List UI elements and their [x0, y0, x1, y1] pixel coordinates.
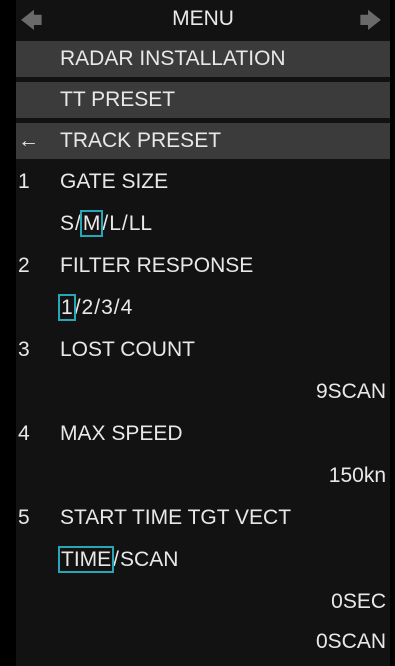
- arrow-right-icon[interactable]: 🡆: [359, 4, 382, 42]
- setting-filter-response[interactable]: 2 FILTER RESPONSE: [16, 248, 390, 286]
- option-4[interactable]: 4: [121, 296, 133, 319]
- option-time-selected[interactable]: TIME: [57, 546, 115, 573]
- filter-response-options: 1/2/3/4: [16, 290, 390, 328]
- setting-max-speed[interactable]: 4 MAX SPEED: [16, 416, 390, 454]
- setting-number: 2: [18, 254, 30, 277]
- menu-panel: 🡄 MENU 🡆 RADAR INSTALLATION TT PRESET ← …: [16, 0, 390, 666]
- option-list: TIME/SCAN: [57, 546, 179, 573]
- lost-count-value[interactable]: 9SCAN: [316, 380, 386, 404]
- option-list: 1/2/3/4: [58, 294, 133, 321]
- setting-number: 3: [18, 338, 30, 361]
- option-2[interactable]: 2: [82, 296, 94, 319]
- menu-title: MENU: [172, 7, 234, 30]
- start-time-sec-row: 0SEC: [16, 584, 390, 622]
- option-l[interactable]: L: [109, 212, 121, 235]
- start-time-scan-value[interactable]: 0SCAN: [316, 630, 386, 654]
- setting-lost-count[interactable]: 3 LOST COUNT: [16, 332, 390, 370]
- start-time-options: TIME/SCAN: [16, 542, 390, 580]
- menu-header: 🡄 MENU 🡆: [16, 2, 390, 40]
- option-scan[interactable]: SCAN: [120, 548, 178, 571]
- menu-item-track-preset[interactable]: ← TRACK PRESET: [16, 123, 390, 159]
- lost-count-value-row: 9SCAN: [16, 374, 390, 412]
- option-m-selected[interactable]: M: [79, 210, 104, 237]
- setting-label: START TIME TGT VECT: [60, 506, 292, 529]
- setting-label: FILTER RESPONSE: [60, 254, 254, 277]
- back-arrow-icon: ←: [18, 129, 39, 152]
- setting-gate-size[interactable]: 1 GATE SIZE: [16, 164, 390, 202]
- gate-size-options: S/M/L/LL: [16, 206, 390, 244]
- option-3[interactable]: 3: [101, 296, 113, 319]
- setting-start-time-tgt-vect[interactable]: 5 START TIME TGT VECT: [16, 500, 390, 538]
- option-1-selected[interactable]: 1: [58, 294, 76, 321]
- option-ll[interactable]: LL: [129, 212, 152, 235]
- menu-item-label: TT PRESET: [60, 88, 176, 111]
- setting-label: GATE SIZE: [60, 170, 169, 193]
- option-s[interactable]: S: [60, 212, 74, 235]
- menu-item-label: RADAR INSTALLATION: [60, 47, 286, 70]
- option-list: S/M/L/LL: [60, 210, 153, 237]
- setting-number: 4: [18, 422, 30, 445]
- start-time-sec-value[interactable]: 0SEC: [331, 590, 386, 614]
- setting-label: MAX SPEED: [60, 422, 183, 445]
- setting-label: LOST COUNT: [60, 338, 195, 361]
- setting-number: 5: [18, 506, 30, 529]
- menu-item-radar-installation[interactable]: RADAR INSTALLATION: [16, 41, 390, 77]
- max-speed-value-row: 150kn: [16, 458, 390, 496]
- max-speed-value[interactable]: 150kn: [329, 464, 386, 488]
- menu-item-label: TRACK PRESET: [60, 129, 222, 152]
- setting-number: 1: [18, 170, 30, 193]
- start-time-scan-row: 0SCAN: [16, 624, 390, 662]
- menu-item-tt-preset[interactable]: TT PRESET: [16, 82, 390, 118]
